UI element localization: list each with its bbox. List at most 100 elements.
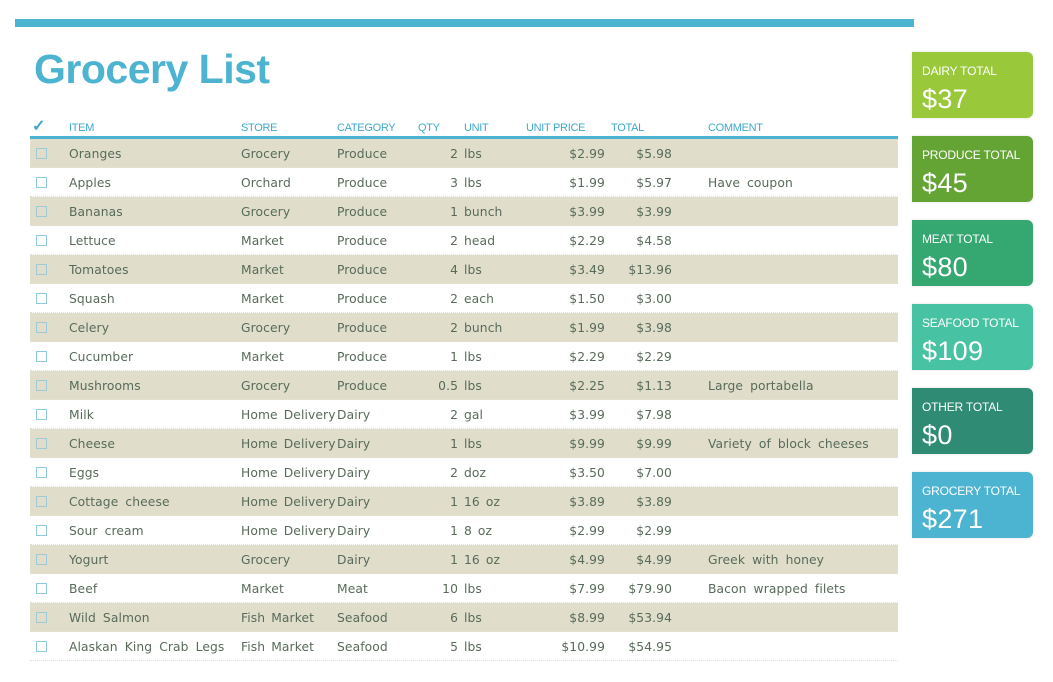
qty-cell[interactable]: 1 <box>415 553 458 567</box>
item-checkbox[interactable] <box>36 554 47 565</box>
store-cell[interactable]: Home Delivery <box>241 408 336 422</box>
total-cell[interactable]: $7.98 <box>610 408 672 422</box>
qty-cell[interactable]: 1 <box>415 495 458 509</box>
unit-cell[interactable]: lbs <box>464 176 482 190</box>
unit-price-cell[interactable]: $7.99 <box>525 582 605 596</box>
unit-cell[interactable]: 16 oz <box>464 553 500 567</box>
category-cell[interactable]: Dairy <box>337 495 370 509</box>
total-cell[interactable]: $3.00 <box>610 292 672 306</box>
item-checkbox[interactable] <box>36 612 47 623</box>
qty-cell[interactable]: 2 <box>415 147 458 161</box>
unit-price-cell[interactable]: $1.99 <box>525 176 605 190</box>
unit-price-cell[interactable]: $2.29 <box>525 234 605 248</box>
unit-price-cell[interactable]: $3.50 <box>525 466 605 480</box>
store-cell[interactable]: Market <box>241 263 284 277</box>
unit-cell[interactable]: lbs <box>464 640 482 654</box>
unit-cell[interactable]: each <box>464 292 494 306</box>
unit-cell[interactable]: doz <box>464 466 486 480</box>
unit-cell[interactable]: 8 oz <box>464 524 492 538</box>
qty-cell[interactable]: 2 <box>415 408 458 422</box>
store-cell[interactable]: Grocery <box>241 379 290 393</box>
category-cell[interactable]: Produce <box>337 147 387 161</box>
item-checkbox[interactable] <box>36 264 47 275</box>
item-cell[interactable]: Apples <box>69 176 111 190</box>
unit-price-cell[interactable]: $2.99 <box>525 524 605 538</box>
column-header-unit-price[interactable]: UNIT PRICE <box>526 122 585 134</box>
item-checkbox[interactable] <box>36 293 47 304</box>
category-cell[interactable]: Produce <box>337 205 387 219</box>
total-cell[interactable]: $3.99 <box>610 205 672 219</box>
total-cell[interactable]: $4.58 <box>610 234 672 248</box>
unit-price-cell[interactable]: $2.29 <box>525 350 605 364</box>
item-checkbox[interactable] <box>36 380 47 391</box>
item-checkbox[interactable] <box>36 467 47 478</box>
unit-cell[interactable]: lbs <box>464 263 482 277</box>
item-cell[interactable]: Squash <box>69 292 115 306</box>
unit-price-cell[interactable]: $2.99 <box>525 147 605 161</box>
category-cell[interactable]: Dairy <box>337 466 370 480</box>
category-cell[interactable]: Produce <box>337 263 387 277</box>
comment-cell[interactable]: Large portabella <box>708 379 814 393</box>
category-cell[interactable]: Produce <box>337 292 387 306</box>
store-cell[interactable]: Market <box>241 582 284 596</box>
unit-price-cell[interactable]: $3.49 <box>525 263 605 277</box>
total-cell[interactable]: $7.00 <box>610 466 672 480</box>
item-cell[interactable]: Celery <box>69 321 109 335</box>
comment-cell[interactable]: Bacon wrapped filets <box>708 582 845 596</box>
column-header-total[interactable]: TOTAL <box>611 122 644 134</box>
total-cell[interactable]: $9.99 <box>610 437 672 451</box>
unit-price-cell[interactable]: $3.99 <box>525 408 605 422</box>
total-cell[interactable]: $13.96 <box>610 263 672 277</box>
item-cell[interactable]: Cottage cheese <box>69 495 170 509</box>
unit-price-cell[interactable]: $2.25 <box>525 379 605 393</box>
item-cell[interactable]: Milk <box>69 408 94 422</box>
item-checkbox[interactable] <box>36 641 47 652</box>
item-checkbox[interactable] <box>36 206 47 217</box>
unit-cell[interactable]: lbs <box>464 582 482 596</box>
store-cell[interactable]: Home Delivery <box>241 495 336 509</box>
total-cell[interactable]: $79.90 <box>610 582 672 596</box>
store-cell[interactable]: Market <box>241 292 284 306</box>
unit-cell[interactable]: lbs <box>464 379 482 393</box>
category-cell[interactable]: Produce <box>337 234 387 248</box>
comment-cell[interactable]: Have coupon <box>708 176 793 190</box>
category-cell[interactable]: Produce <box>337 321 387 335</box>
category-cell[interactable]: Seafood <box>337 611 388 625</box>
qty-cell[interactable]: 2 <box>415 292 458 306</box>
category-cell[interactable]: Meat <box>337 582 368 596</box>
qty-cell[interactable]: 2 <box>415 321 458 335</box>
item-checkbox[interactable] <box>36 351 47 362</box>
item-cell[interactable]: Mushrooms <box>69 379 141 393</box>
store-cell[interactable]: Home Delivery <box>241 466 336 480</box>
store-cell[interactable]: Market <box>241 350 284 364</box>
total-cell[interactable]: $53.94 <box>610 611 672 625</box>
column-header-qty[interactable]: QTY <box>418 122 440 134</box>
item-cell[interactable]: Bananas <box>69 205 123 219</box>
category-cell[interactable]: Dairy <box>337 553 370 567</box>
category-cell[interactable]: Dairy <box>337 437 370 451</box>
item-cell[interactable]: Yogurt <box>69 553 108 567</box>
category-cell[interactable]: Produce <box>337 379 387 393</box>
unit-price-cell[interactable]: $3.99 <box>525 205 605 219</box>
item-cell[interactable]: Tomatoes <box>69 263 129 277</box>
category-cell[interactable]: Dairy <box>337 408 370 422</box>
item-cell[interactable]: Eggs <box>69 466 99 480</box>
total-cell[interactable]: $3.89 <box>610 495 672 509</box>
total-cell[interactable]: $54.95 <box>610 640 672 654</box>
item-cell[interactable]: Sour cream <box>69 524 144 538</box>
unit-price-cell[interactable]: $3.89 <box>525 495 605 509</box>
item-cell[interactable]: Cucumber <box>69 350 133 364</box>
total-cell[interactable]: $3.98 <box>610 321 672 335</box>
store-cell[interactable]: Grocery <box>241 205 290 219</box>
item-checkbox[interactable] <box>36 496 47 507</box>
store-cell[interactable]: Home Delivery <box>241 437 336 451</box>
category-cell[interactable]: Seafood <box>337 640 388 654</box>
store-cell[interactable]: Grocery <box>241 147 290 161</box>
qty-cell[interactable]: 1 <box>415 350 458 364</box>
total-cell[interactable]: $2.99 <box>610 524 672 538</box>
item-checkbox[interactable] <box>36 583 47 594</box>
qty-cell[interactable]: 3 <box>415 176 458 190</box>
item-cell[interactable]: Lettuce <box>69 234 116 248</box>
comment-cell[interactable]: Greek with honey <box>708 553 824 567</box>
store-cell[interactable]: Home Delivery <box>241 524 336 538</box>
